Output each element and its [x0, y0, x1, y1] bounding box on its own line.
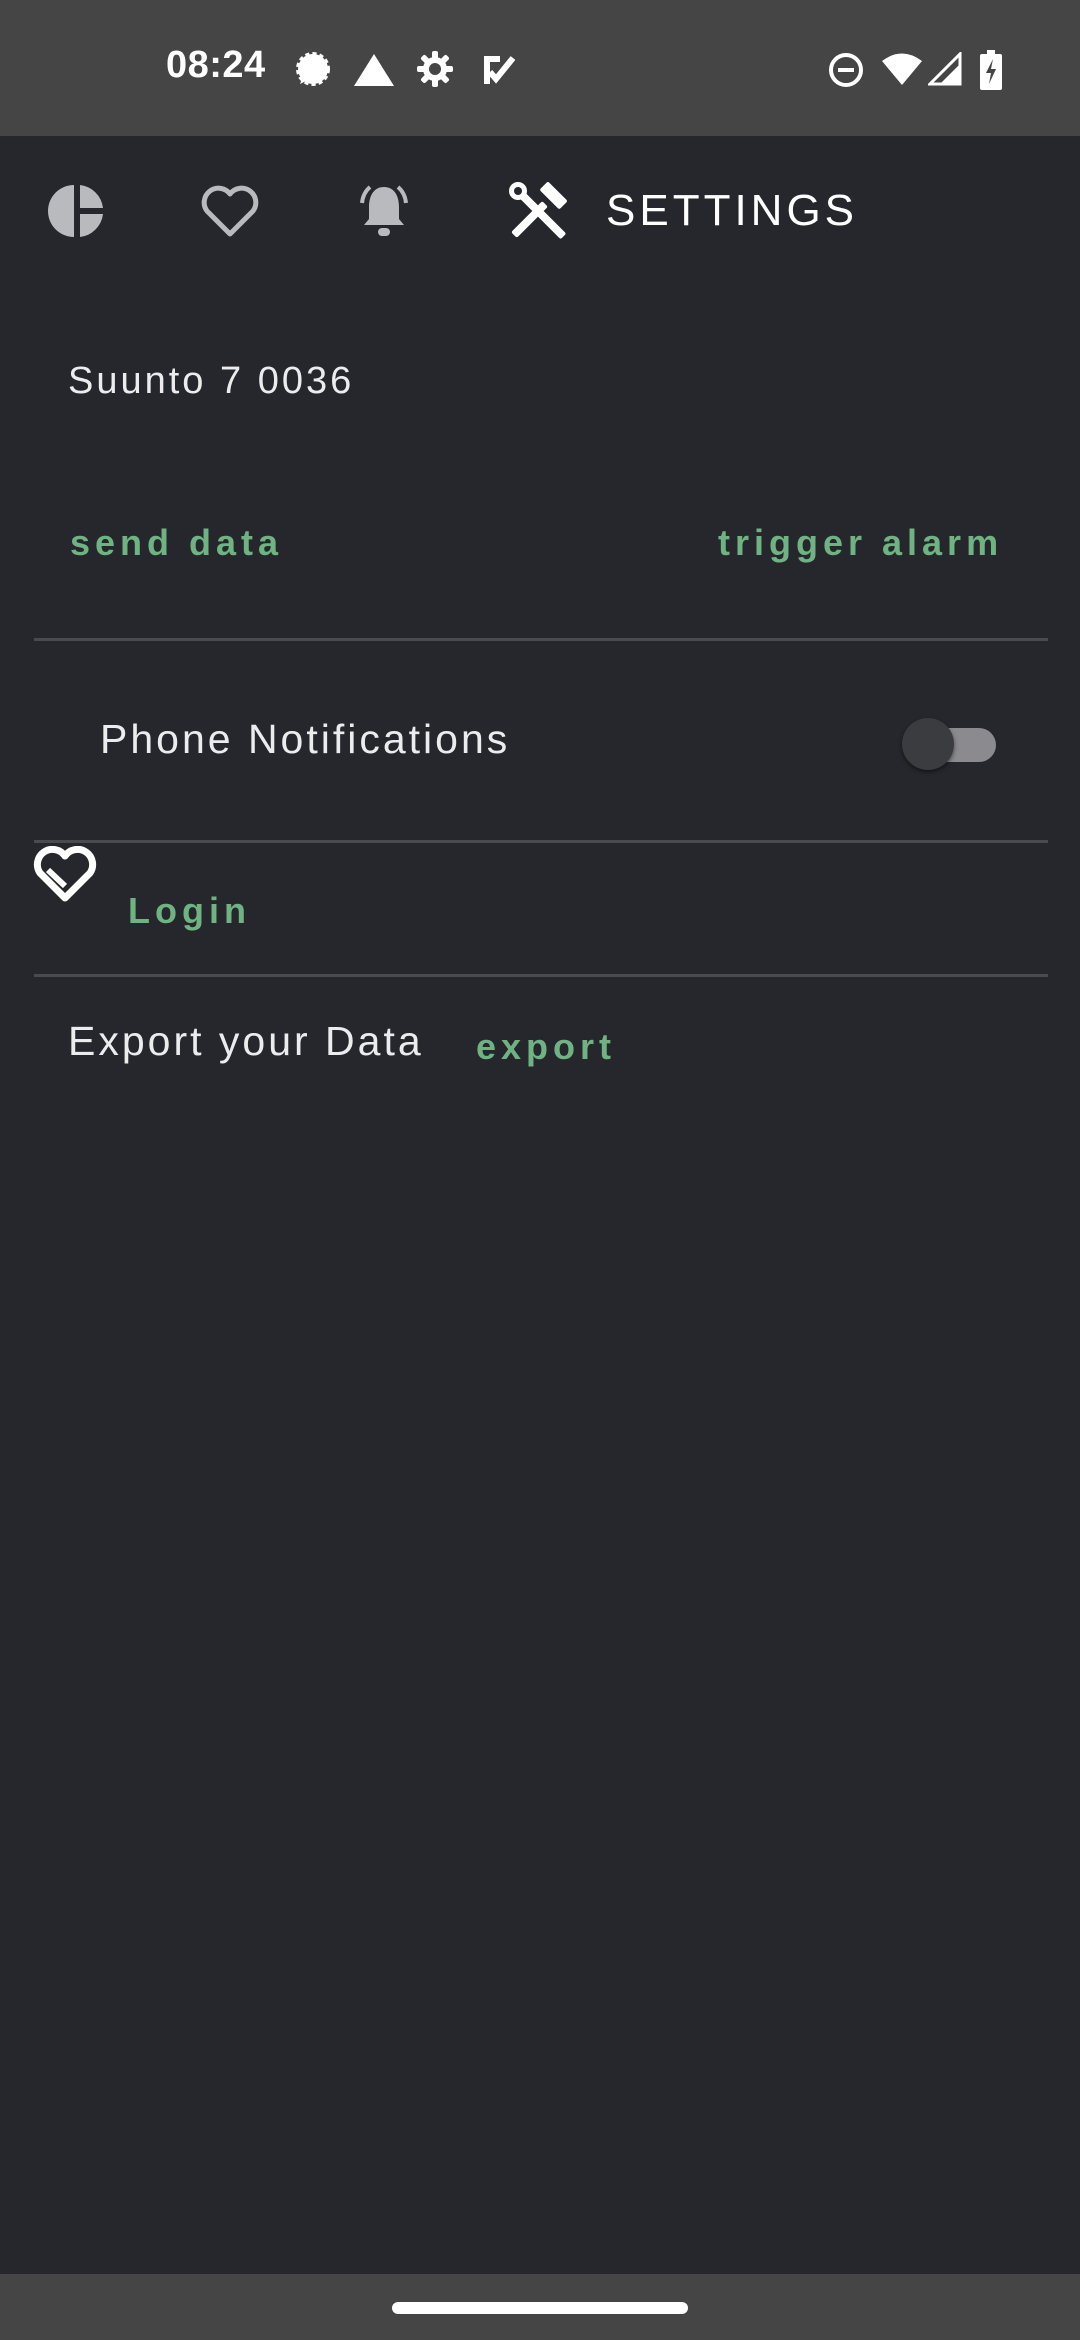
divider	[34, 974, 1048, 977]
toggle-thumb	[902, 718, 954, 770]
tab-settings-label: SETTINGS	[606, 186, 859, 235]
device-name: Suunto 7 0036	[68, 360, 355, 402]
do-not-disturb-icon	[828, 52, 864, 93]
pie-chart-icon	[48, 182, 106, 240]
tab-settings[interactable]: SETTINGS	[508, 136, 858, 286]
cell-signal-icon	[926, 50, 962, 91]
tab-alerts[interactable]	[354, 136, 414, 286]
divider	[34, 638, 1048, 641]
settings-gear-icon	[416, 50, 454, 93]
tab-favorites[interactable]	[200, 136, 260, 286]
signal-messenger-icon	[294, 50, 332, 93]
tab-stats[interactable]	[48, 136, 106, 286]
send-data-button[interactable]: send data	[70, 522, 283, 564]
tab-bar: SETTINGS	[0, 136, 1080, 286]
navigation-bar	[0, 2274, 1080, 2340]
health-heart-icon	[32, 845, 98, 909]
phone-notifications-toggle[interactable]	[900, 718, 1000, 770]
login-button[interactable]: Login	[128, 890, 251, 932]
warning-triangle-icon	[352, 52, 396, 93]
tools-icon	[508, 181, 568, 241]
battery-charging-icon	[980, 50, 1002, 95]
wifi-icon	[882, 52, 922, 91]
trigger-alarm-button[interactable]: trigger alarm	[718, 522, 1003, 564]
bell-icon	[354, 181, 414, 241]
divider	[34, 840, 1048, 843]
export-button[interactable]: export	[476, 1026, 616, 1068]
phone-notifications-label: Phone Notifications	[100, 716, 511, 762]
status-bar: 08:24	[0, 0, 1080, 136]
export-data-label: Export your Data	[68, 1018, 424, 1064]
status-time: 08:24	[166, 44, 266, 86]
heart-icon	[200, 184, 260, 238]
task-check-icon	[480, 52, 516, 93]
home-gesture-handle[interactable]	[392, 2302, 688, 2314]
